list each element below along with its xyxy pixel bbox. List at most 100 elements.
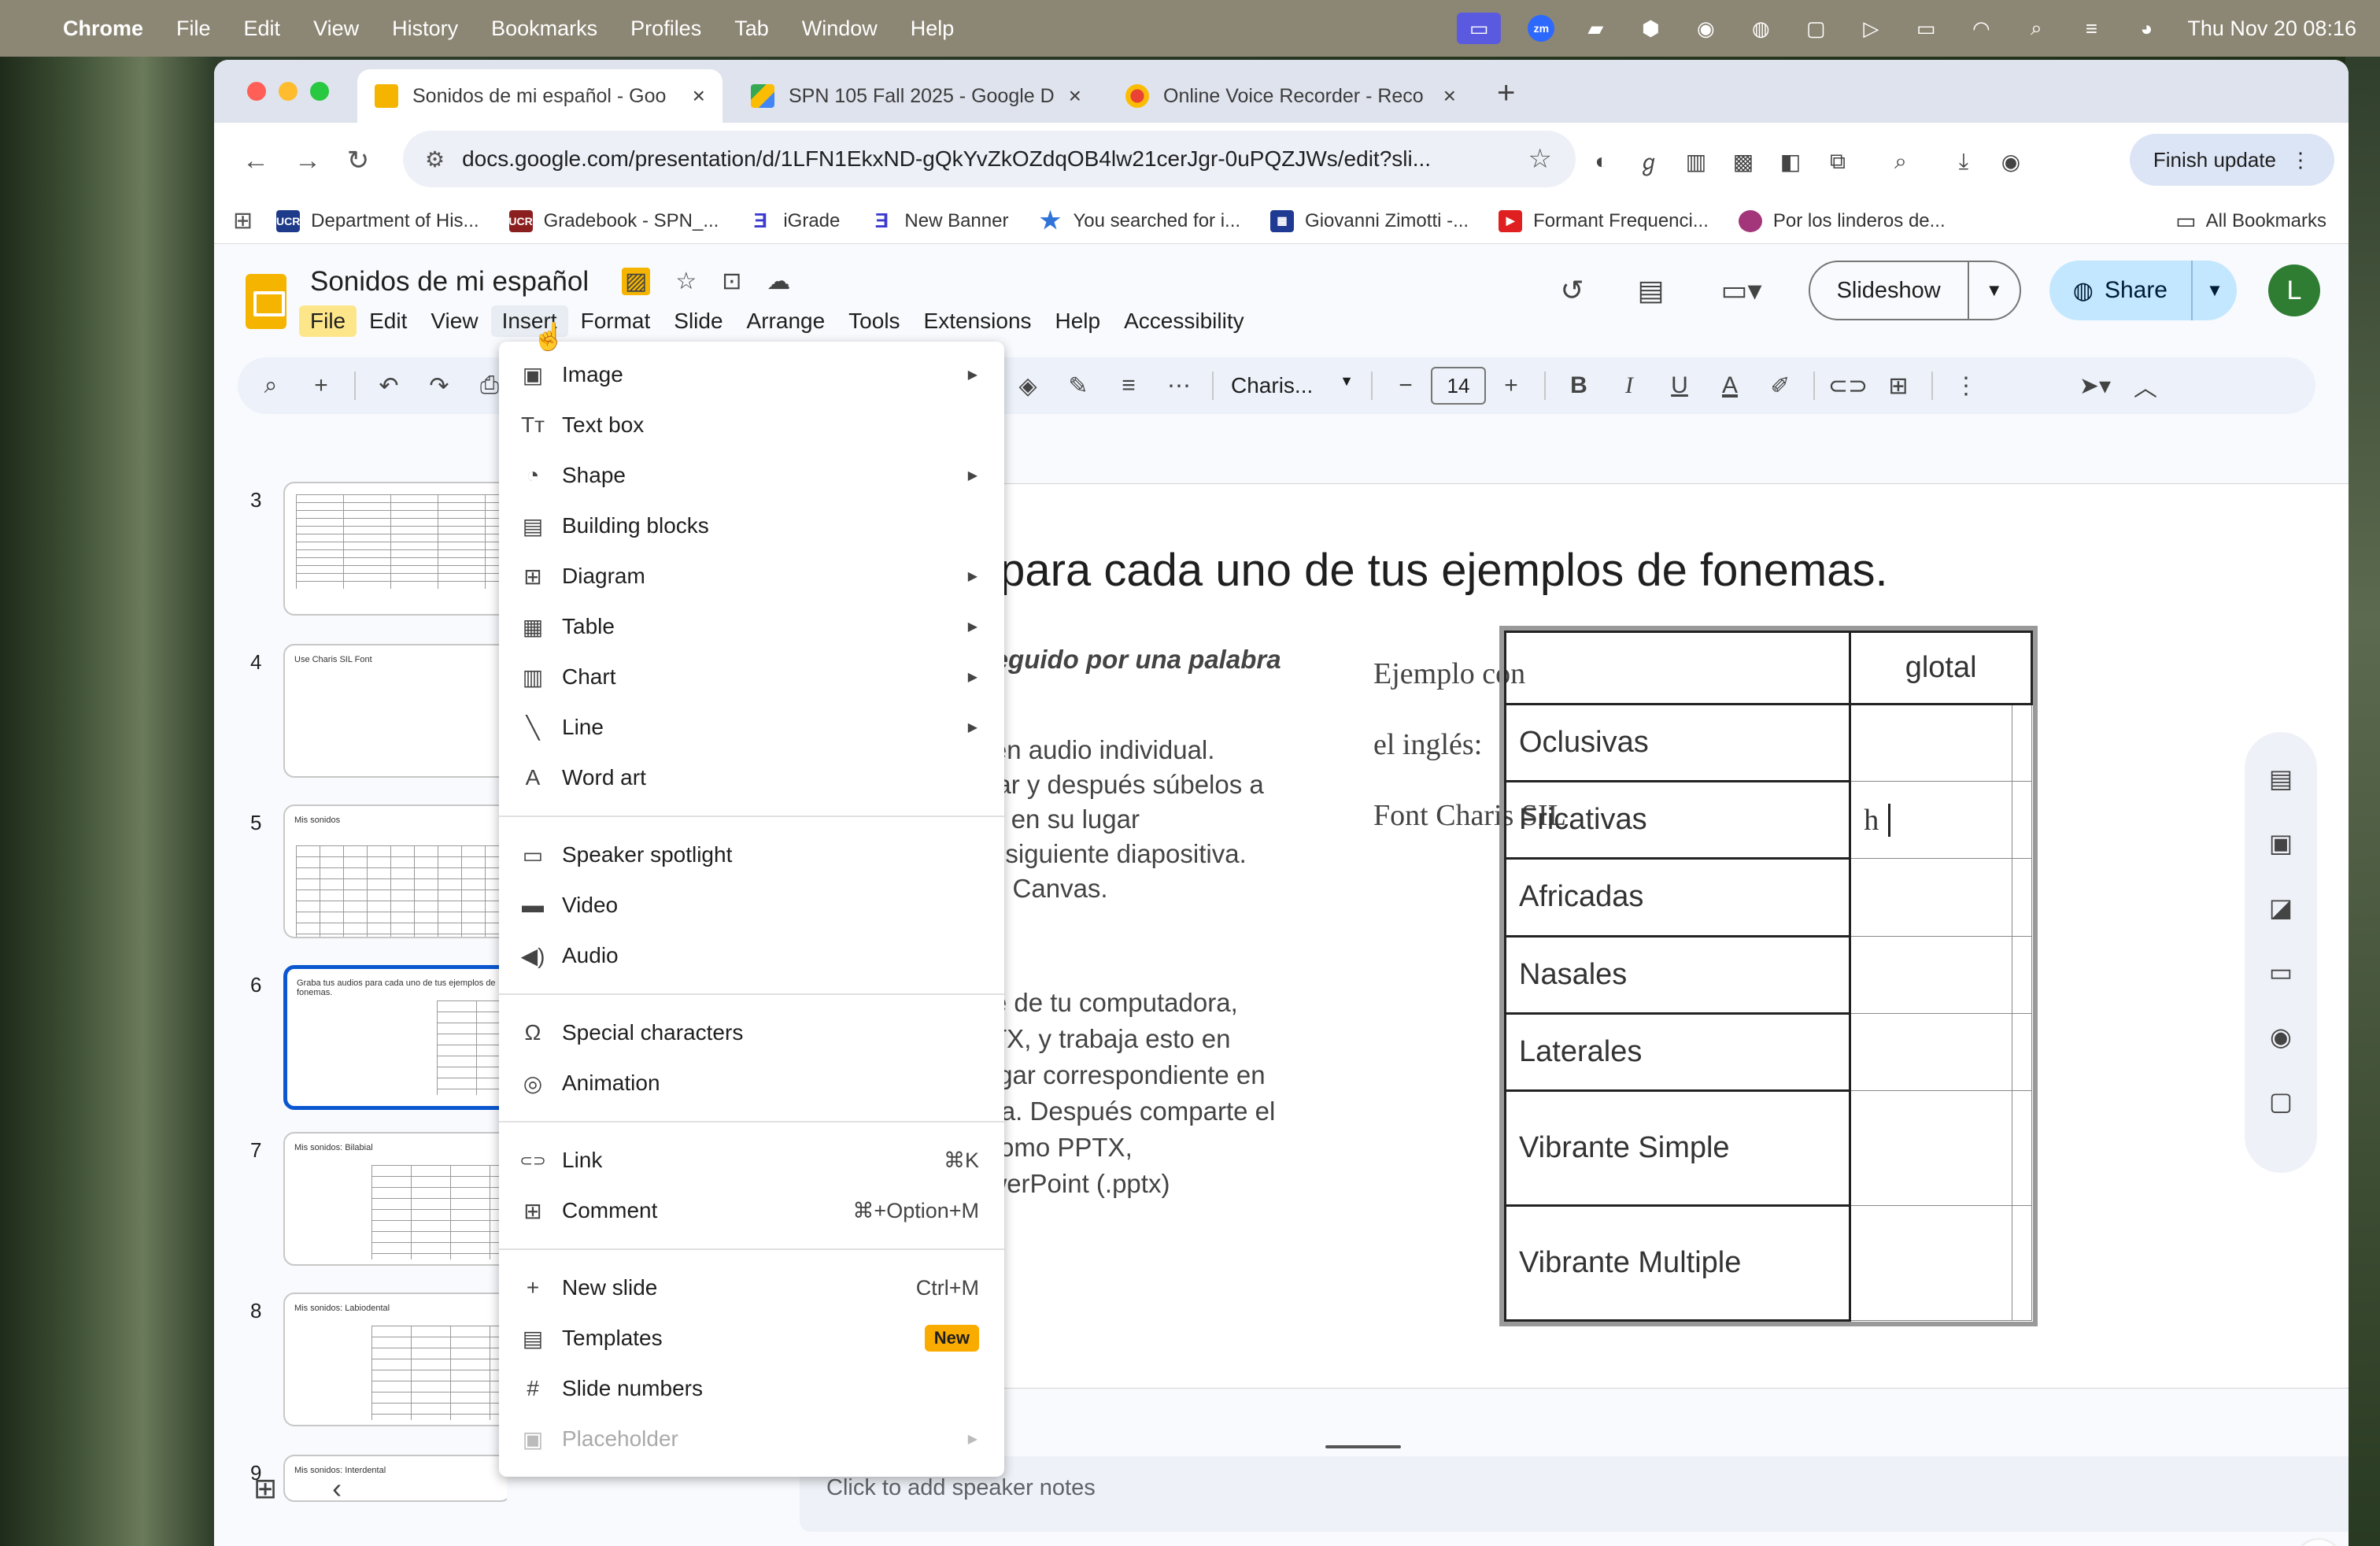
- editing-mode-icon[interactable]: ➤▾: [2070, 372, 2120, 400]
- screen-share-icon[interactable]: ▭: [1457, 13, 1502, 44]
- slide-body-1[interactable]: na en audio individual. elular y después…: [956, 733, 1334, 906]
- menu-item-line[interactable]: ╲ Line ▶: [499, 702, 1004, 753]
- slides-logo-icon[interactable]: [246, 274, 286, 329]
- bookmark-item[interactable]: UCR Gradebook - SPN_...: [508, 209, 719, 232]
- extension-icon[interactable]: ⬢: [1636, 17, 1665, 40]
- close-tab-icon[interactable]: ×: [693, 83, 705, 109]
- menubar-history[interactable]: History: [392, 17, 458, 41]
- menu-item-animation[interactable]: ◎ Animation: [499, 1058, 1004, 1108]
- menu-item-special-characters[interactable]: Ω Special characters: [499, 1008, 1004, 1058]
- menubar-window[interactable]: Window: [802, 17, 878, 41]
- control-center-icon[interactable]: ≡: [2077, 17, 2105, 40]
- extension-3-icon[interactable]: ▥: [1678, 143, 1714, 179]
- highlight-icon[interactable]: ✐: [1755, 372, 1805, 400]
- collapse-panel-icon[interactable]: ‹: [332, 1472, 342, 1505]
- border-dash-icon[interactable]: ⋯: [1154, 372, 1204, 400]
- menu-extensions[interactable]: Extensions: [913, 305, 1043, 337]
- row-label[interactable]: Africadas: [1503, 857, 1852, 938]
- menu-item-comment[interactable]: ⊞ Comment ⌘+Option+M: [499, 1185, 1004, 1236]
- table-cell[interactable]: [2012, 1090, 2032, 1206]
- downloads-icon[interactable]: ⤓: [1946, 143, 1982, 179]
- menu-item-word-art[interactable]: A Word art: [499, 753, 1004, 803]
- bold-icon[interactable]: B: [1554, 372, 1604, 399]
- star-icon[interactable]: ☆: [675, 268, 697, 295]
- slide-body-2[interactable]: ente de tu computadora, PPTX, y trabaja …: [956, 985, 1334, 1202]
- menu-item-video[interactable]: ▬ Video: [499, 880, 1004, 930]
- spotlight-search-icon[interactable]: ⌕: [2022, 16, 2050, 39]
- tab-voice-recorder[interactable]: Online Voice Recorder - Reco ×: [1108, 69, 1473, 123]
- video-record-icon[interactable]: ▢: [2269, 1086, 2293, 1116]
- phoneme-table[interactable]: glotal Oclusivas Fricativas h Africadas N…: [1499, 626, 2038, 1326]
- extension-5-icon[interactable]: ◧: [1772, 143, 1809, 179]
- maximize-window-button[interactable]: [310, 82, 329, 101]
- slide-thumbnail[interactable]: Mis sonidos: [283, 804, 512, 938]
- building-blocks-icon[interactable]: ▣: [2269, 828, 2293, 858]
- menu-format[interactable]: Format: [570, 305, 662, 337]
- menubar-view[interactable]: View: [313, 17, 359, 41]
- row-label[interactable]: Vibrante Simple: [1503, 1089, 1852, 1207]
- underline-icon[interactable]: U: [1654, 372, 1705, 399]
- slideshow-dropdown-icon[interactable]: ▼: [1969, 280, 2020, 301]
- menu-item-image[interactable]: ▣ Image ▶: [499, 350, 1004, 400]
- close-tab-icon[interactable]: ×: [1069, 83, 1081, 109]
- add-comment-icon[interactable]: ⊞: [1873, 372, 1924, 400]
- table-cell[interactable]: [2012, 781, 2032, 860]
- minimize-window-button[interactable]: [279, 82, 298, 101]
- move-folder-icon[interactable]: ⊡: [722, 268, 741, 295]
- row-label[interactable]: Oclusivas: [1503, 702, 1852, 783]
- extension-4-icon[interactable]: ▩: [1725, 143, 1761, 179]
- insert-link-icon[interactable]: ⊂⊃: [1823, 372, 1873, 400]
- table-header-glotal[interactable]: glotal: [1849, 631, 2033, 705]
- border-weight-icon[interactable]: ≡: [1103, 372, 1154, 399]
- font-size-input[interactable]: 14: [1431, 367, 1486, 405]
- document-title[interactable]: Sonidos de mi español: [310, 266, 589, 298]
- slides-badge-icon[interactable]: ▨: [622, 268, 651, 295]
- slide-thumbnail-selected[interactable]: Graba tus audios para cada uno de tus ej…: [283, 965, 512, 1110]
- site-info-icon[interactable]: ⚙: [425, 146, 445, 172]
- bookmark-item[interactable]: ▶ Formant Frequenci...: [1499, 209, 1709, 232]
- cloud-saved-icon[interactable]: ☁: [767, 268, 790, 295]
- bookmark-item[interactable]: Ǝ New Banner: [870, 209, 1008, 232]
- menu-help[interactable]: Help: [1044, 305, 1112, 337]
- menubar-app-name[interactable]: Chrome: [63, 17, 143, 41]
- menu-item-building-blocks[interactable]: ▤ Building blocks: [499, 501, 1004, 551]
- menu-accessibility[interactable]: Accessibility: [1113, 305, 1255, 337]
- undo-icon[interactable]: ↶: [364, 372, 414, 400]
- slideshow-button[interactable]: Slideshow ▼: [1808, 261, 2021, 320]
- notes-resize-handle[interactable]: [1325, 1445, 1401, 1448]
- redo-icon[interactable]: ↷: [414, 372, 464, 400]
- border-color-icon[interactable]: ✎: [1053, 372, 1103, 400]
- table-cell[interactable]: [1850, 703, 2013, 782]
- table-cell[interactable]: [1850, 935, 2013, 1014]
- menu-item-table[interactable]: ▦ Table ▶: [499, 601, 1004, 652]
- slide-subtitle[interactable]: n seguido por una palabra: [956, 645, 1281, 675]
- battery-icon[interactable]: ▭: [1912, 17, 1940, 40]
- menu-slide[interactable]: Slide: [663, 305, 734, 337]
- avatar[interactable]: L: [2268, 264, 2320, 316]
- close-tab-icon[interactable]: ×: [1443, 83, 1456, 109]
- menu-item-audio[interactable]: ◀) Audio: [499, 930, 1004, 981]
- slide-title[interactable]: s para cada uno de tus ejemplos de fonem…: [964, 544, 1888, 597]
- menubar-edit[interactable]: Edit: [244, 17, 281, 41]
- grid-view-icon[interactable]: ⊞: [253, 1472, 277, 1505]
- version-history-icon[interactable]: ↺: [1549, 267, 1596, 314]
- menu-item-diagram[interactable]: ⊞ Diagram ▶: [499, 551, 1004, 601]
- row-label[interactable]: Fricativas: [1503, 780, 1852, 860]
- play-icon[interactable]: ▷: [1857, 17, 1885, 40]
- search-menus-icon[interactable]: ⌕: [246, 372, 296, 399]
- bookmark-star-icon[interactable]: ☆: [1528, 143, 1552, 175]
- font-family-select[interactable]: Charis... ▼: [1221, 373, 1363, 398]
- decrease-font-icon[interactable]: −: [1380, 372, 1431, 399]
- table-cell[interactable]: [2012, 935, 2032, 1014]
- table-cell[interactable]: [1850, 1012, 2013, 1092]
- notes-icon[interactable]: ▰: [1581, 17, 1609, 40]
- menu-arrange[interactable]: Arrange: [736, 305, 837, 337]
- bookmark-item[interactable]: ▦ Giovanni Zimotti -...: [1270, 209, 1469, 232]
- bookmark-item[interactable]: UCR Department of His...: [276, 209, 479, 232]
- menu-tools[interactable]: Tools: [837, 305, 911, 337]
- extensions-puzzle-icon[interactable]: ⧉: [1820, 143, 1856, 179]
- accessibility-icon[interactable]: ◉: [1691, 17, 1720, 40]
- tab-spn105[interactable]: SPN 105 Fall 2025 - Google D ×: [734, 69, 1099, 123]
- folder-icon[interactable]: ▭: [2269, 957, 2293, 987]
- slide-thumbnail[interactable]: Mis sonidos: Labiodental: [283, 1293, 512, 1426]
